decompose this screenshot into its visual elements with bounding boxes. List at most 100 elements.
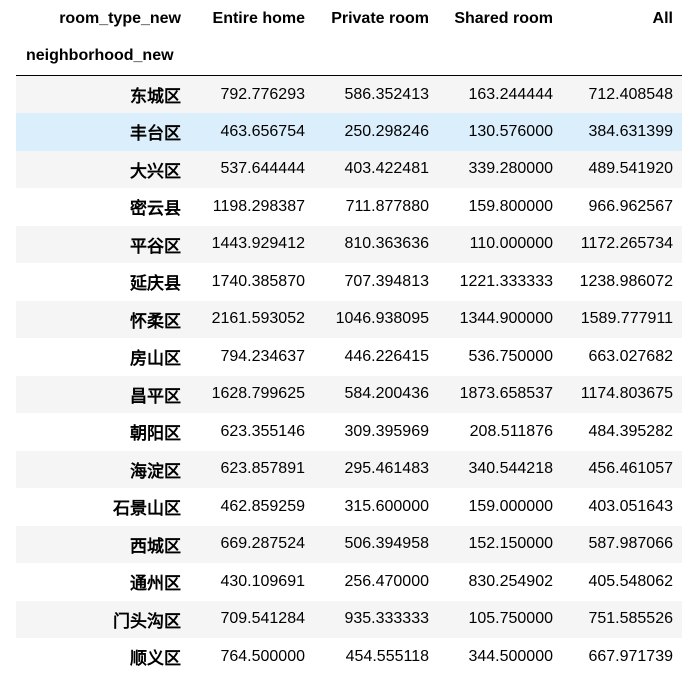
cell-entire-home: 623.355146 bbox=[220, 422, 305, 440]
row-index-label: 朝阳区 bbox=[130, 424, 181, 445]
table-row: 顺义区 764.500000 454.555118 344.500000 667.971… bbox=[16, 638, 682, 676]
cell-all: 489.541920 bbox=[588, 160, 673, 178]
table-row: 石景山区 462.859259 315.600000 159.000000 403.05… bbox=[16, 488, 682, 526]
cell-private-room: 1046.938095 bbox=[335, 310, 429, 328]
table-row: 房山区 794.234637 446.226415 536.750000 663.027… bbox=[16, 338, 682, 376]
row-index-label: 平谷区 bbox=[130, 236, 181, 257]
cell-all: 1174.803675 bbox=[580, 385, 673, 403]
cell-entire-home: 1198.298387 bbox=[212, 197, 305, 215]
row-index-label: 怀柔区 bbox=[130, 311, 181, 332]
row-index-label: 丰台区 bbox=[130, 124, 181, 145]
table-row: 东城区 792.776293 586.352413 163.244444 712.408… bbox=[16, 75, 682, 113]
cell-private-room: 707.394813 bbox=[344, 272, 429, 290]
cell-entire-home: 1443.929412 bbox=[211, 235, 305, 253]
cell-all: 587.987066 bbox=[588, 535, 673, 553]
cell-all: 405.548062 bbox=[588, 572, 673, 590]
columns-header-row: room_type_new Entire home Private room S… bbox=[16, 0, 682, 37]
cell-private-room: 295.461483 bbox=[344, 460, 429, 478]
cell-shared-room: 536.750000 bbox=[468, 347, 553, 365]
column-header-entire-home: Entire home bbox=[212, 9, 305, 27]
cell-all: 384.631399 bbox=[588, 122, 673, 140]
index-header-blank bbox=[438, 37, 562, 76]
table-row: 通州区 430.109691 256.470000 830.254902 405.548… bbox=[16, 563, 682, 601]
cell-private-room: 446.226415 bbox=[344, 347, 429, 365]
cell-shared-room: 105.750000 bbox=[468, 610, 553, 628]
table-row: 朝阳区 623.355146 309.395969 208.511876 484.395… bbox=[16, 413, 682, 451]
cell-private-room: 586.352413 bbox=[344, 85, 429, 103]
cell-all: 403.051643 bbox=[588, 497, 673, 515]
table-row: 延庆县 1740.385870 707.394813 1221.333333 1238.… bbox=[16, 263, 682, 301]
cell-entire-home: 794.234637 bbox=[220, 347, 305, 365]
dataframe-table: room_type_new Entire home Private room S… bbox=[16, 0, 682, 676]
cell-private-room: 506.394958 bbox=[344, 535, 429, 553]
cell-shared-room: 1873.658537 bbox=[459, 385, 553, 403]
cell-shared-room: 163.244444 bbox=[468, 85, 553, 103]
cell-private-room: 315.600000 bbox=[344, 497, 429, 515]
table-row: 密云县 1198.298387 711.877880 159.800000 966.96… bbox=[16, 188, 682, 226]
cell-private-room: 810.363636 bbox=[344, 235, 429, 253]
cell-entire-home: 709.541284 bbox=[220, 610, 305, 628]
cell-private-room: 250.298246 bbox=[344, 122, 429, 140]
cell-all: 712.408548 bbox=[588, 85, 673, 103]
cell-entire-home: 1740.385870 bbox=[211, 272, 305, 290]
cell-shared-room: 1221.333333 bbox=[459, 272, 553, 290]
table-row: 昌平区 1628.799625 584.200436 1873.658537 1174.… bbox=[16, 375, 682, 413]
cell-entire-home: 462.859259 bbox=[220, 497, 305, 515]
cell-shared-room: 130.576000 bbox=[468, 122, 553, 140]
row-index-label: 顺义区 bbox=[130, 649, 181, 670]
table-header: room_type_new Entire home Private room S… bbox=[16, 0, 682, 76]
row-index-label: 房山区 bbox=[130, 349, 181, 370]
cell-private-room: 309.395969 bbox=[344, 422, 429, 440]
index-name-label: neighborhood_new bbox=[16, 37, 190, 76]
index-header-row: neighborhood_new bbox=[16, 37, 682, 76]
row-index-label: 延庆县 bbox=[130, 274, 181, 295]
cell-entire-home: 669.287524 bbox=[220, 535, 305, 553]
cell-all: 1172.265734 bbox=[580, 235, 673, 253]
cell-all: 456.461057 bbox=[588, 460, 673, 478]
cell-all: 1238.986072 bbox=[579, 272, 673, 290]
cell-shared-room: 339.280000 bbox=[468, 160, 553, 178]
row-index-label: 密云县 bbox=[130, 199, 181, 220]
cell-shared-room: 340.544218 bbox=[468, 460, 553, 478]
cell-entire-home: 537.644444 bbox=[220, 160, 305, 178]
index-header-blank bbox=[562, 37, 682, 76]
index-header-blank bbox=[314, 37, 438, 76]
table-row: 平谷区 1443.929412 810.363636 110.000000 1172.2… bbox=[16, 225, 682, 263]
table-body: 东城区 792.776293 586.352413 163.244444 712.408… bbox=[16, 75, 682, 676]
cell-all: 751.585526 bbox=[588, 610, 673, 628]
cell-all: 1589.777911 bbox=[580, 310, 673, 328]
cell-entire-home: 463.656754 bbox=[220, 122, 305, 140]
cell-all: 966.962567 bbox=[588, 197, 673, 215]
cell-shared-room: 1344.900000 bbox=[459, 310, 553, 328]
cell-shared-room: 208.511876 bbox=[469, 422, 553, 440]
row-index-label: 海淀区 bbox=[130, 461, 181, 482]
cell-shared-room: 152.150000 bbox=[468, 535, 553, 553]
row-index-label: 通州区 bbox=[130, 574, 181, 595]
row-index-label: 石景山区 bbox=[113, 499, 181, 520]
index-header-blank bbox=[190, 37, 314, 76]
column-header-shared-room: Shared room bbox=[454, 9, 553, 27]
table-row: 西城区 669.287524 506.394958 152.150000 587.987… bbox=[16, 525, 682, 563]
cell-entire-home: 764.500000 bbox=[220, 647, 305, 665]
row-index-label: 门头沟区 bbox=[113, 611, 181, 632]
cell-all: 663.027682 bbox=[588, 347, 673, 365]
cell-entire-home: 1628.799625 bbox=[211, 385, 305, 403]
row-index-label: 西城区 bbox=[130, 536, 181, 557]
table-row: 丰台区 463.656754 250.298246 130.576000 384.631… bbox=[16, 113, 682, 151]
cell-private-room: 403.422481 bbox=[344, 160, 429, 178]
cell-shared-room: 110.000000 bbox=[469, 235, 553, 253]
row-index-label: 东城区 bbox=[130, 87, 181, 107]
cell-entire-home: 2161.593052 bbox=[211, 310, 305, 328]
cell-entire-home: 623.857891 bbox=[220, 460, 305, 478]
cell-entire-home: 792.776293 bbox=[220, 85, 305, 103]
cell-shared-room: 830.254902 bbox=[468, 572, 553, 590]
row-index-label: 大兴区 bbox=[130, 161, 181, 182]
table-row: 怀柔区 2161.593052 1046.938095 1344.900000 1589… bbox=[16, 300, 682, 338]
table-row: 海淀区 623.857891 295.461483 340.544218 456.461… bbox=[16, 450, 682, 488]
cell-shared-room: 159.800000 bbox=[468, 197, 553, 215]
table-row: 大兴区 537.644444 403.422481 339.280000 489.541… bbox=[16, 150, 682, 188]
cell-shared-room: 159.000000 bbox=[468, 497, 553, 515]
column-header-all: All bbox=[652, 9, 673, 27]
cell-private-room: 584.200436 bbox=[344, 385, 429, 403]
cell-all: 484.395282 bbox=[588, 422, 673, 440]
